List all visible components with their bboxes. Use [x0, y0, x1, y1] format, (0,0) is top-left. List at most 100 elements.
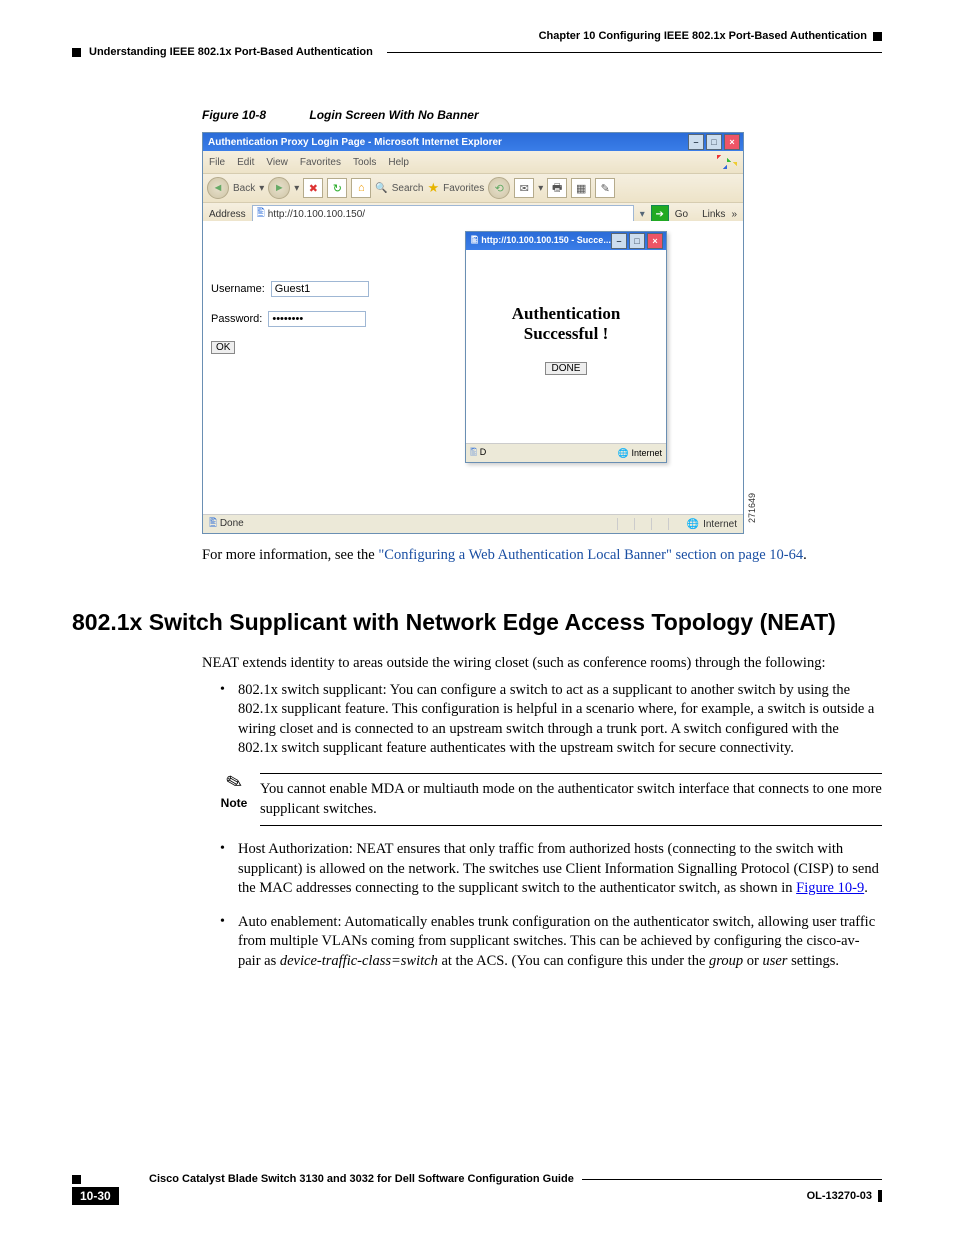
- edit-icon[interactable]: ▦: [571, 178, 591, 198]
- menu-tools[interactable]: Tools: [353, 157, 376, 168]
- status-right: Internet: [703, 519, 737, 530]
- maximize-icon[interactable]: □: [706, 134, 722, 150]
- refresh-icon[interactable]: ↻: [327, 178, 347, 198]
- status-bar: 🖺 Done 🌐 Internet: [203, 514, 743, 533]
- page-number: 10-30: [72, 1187, 119, 1205]
- popup-statusbar: 🖺 D 🌐 Internet: [466, 443, 666, 462]
- popup-title: http://10.100.100.150 - Succe...: [481, 235, 611, 245]
- text: at the ACS. (You can configure this unde…: [438, 953, 709, 969]
- password-input[interactable]: [268, 311, 366, 327]
- text: or: [743, 953, 762, 969]
- page-icon: 🖺: [209, 518, 217, 529]
- back-icon[interactable]: ◄: [207, 177, 229, 199]
- username-input[interactable]: [271, 281, 369, 297]
- bullet-list: Host Authorization: NEAT ensures that on…: [220, 840, 882, 971]
- note-label: Note: [220, 796, 248, 810]
- popup-status-right: Internet: [631, 448, 662, 458]
- figure-number: Figure 10-8: [202, 108, 266, 122]
- header-marker: [873, 32, 882, 41]
- doc-id: OL-13270-03: [807, 1190, 872, 1202]
- minimize-icon[interactable]: –: [688, 134, 704, 150]
- address-label: Address: [209, 209, 246, 220]
- dropdown-icon[interactable]: ▾: [640, 209, 645, 220]
- page-icon: 🖺: [470, 447, 477, 457]
- popup-heading-1: Authentication: [466, 304, 666, 324]
- text-italic: device-traffic-class=switch: [280, 953, 438, 969]
- menu-view[interactable]: View: [266, 157, 288, 168]
- popup-heading-2: Successful !: [466, 324, 666, 344]
- link-local-banner[interactable]: "Configuring a Web Authentication Local …: [378, 547, 803, 563]
- favorites-icon[interactable]: ★: [427, 180, 439, 196]
- link-figure-10-9[interactable]: Figure 10-9: [796, 880, 864, 896]
- mail-icon[interactable]: ✉: [514, 178, 534, 198]
- note-body: You cannot enable MDA or multiauth mode …: [260, 773, 882, 826]
- chevron-icon[interactable]: »: [731, 209, 737, 220]
- password-label: Password:: [211, 313, 262, 325]
- search-icon[interactable]: 🔍: [375, 183, 387, 194]
- text: .: [864, 880, 868, 896]
- text: NEAT extends identity to areas outside t…: [202, 654, 872, 673]
- figure-caption: Figure 10-8 Login Screen With No Banner: [202, 108, 882, 122]
- ok-button[interactable]: OK: [211, 341, 235, 354]
- maximize-icon[interactable]: □: [629, 233, 645, 249]
- page-header: Chapter 10 Configuring IEEE 802.1x Port-…: [72, 30, 882, 42]
- links-label[interactable]: Links: [702, 209, 725, 220]
- print-icon[interactable]: 🖶: [547, 178, 567, 198]
- footer-book-title: Cisco Catalyst Blade Switch 3130 and 303…: [149, 1173, 574, 1185]
- search-label[interactable]: Search: [392, 183, 424, 194]
- section-title: Understanding IEEE 802.1x Port-Based Aut…: [89, 46, 373, 58]
- menu-edit[interactable]: Edit: [237, 157, 254, 168]
- status-left: Done: [220, 518, 244, 529]
- footer-marker: [72, 1175, 81, 1184]
- forward-icon[interactable]: ►: [268, 177, 290, 199]
- screenshot-container: Authentication Proxy Login Page - Micros…: [202, 132, 744, 534]
- text-italic: user: [762, 953, 787, 969]
- home-icon[interactable]: ⌂: [351, 178, 371, 198]
- menu-help[interactable]: Help: [388, 157, 409, 168]
- go-label[interactable]: Go: [675, 209, 688, 220]
- list-item: 802.1x switch supplicant: You can config…: [220, 681, 882, 759]
- discuss-icon[interactable]: ✎: [595, 178, 615, 198]
- login-form: Username: Password: OK: [211, 281, 369, 354]
- text-italic: group: [709, 953, 743, 969]
- text: Host Authorization: NEAT ensures that on…: [238, 841, 879, 896]
- back-label[interactable]: Back: [233, 183, 255, 194]
- text: .: [803, 547, 807, 563]
- done-button[interactable]: DONE: [545, 362, 588, 375]
- list-item: Auto enablement: Automatically enables t…: [220, 913, 882, 972]
- section-marker: [72, 48, 81, 57]
- menu-favorites[interactable]: Favorites: [300, 157, 341, 168]
- bullet-list: 802.1x switch supplicant: You can config…: [220, 681, 882, 759]
- globe-icon: 🌐: [618, 448, 629, 458]
- menu-bar: File Edit View Favorites Tools Help: [203, 151, 743, 173]
- figure-title: Login Screen With No Banner: [309, 108, 478, 122]
- note-block: ✎ Note You cannot enable MDA or multiaut…: [220, 773, 882, 826]
- section-header: Understanding IEEE 802.1x Port-Based Aut…: [72, 46, 882, 58]
- page-footer: Cisco Catalyst Blade Switch 3130 and 303…: [72, 1173, 882, 1205]
- figure-id: 271649: [747, 493, 757, 523]
- list-item: Host Authorization: NEAT ensures that on…: [220, 840, 882, 899]
- windows-logo-icon: [717, 155, 737, 169]
- text: For more information, see the: [202, 547, 378, 563]
- section-heading: 802.1x Switch Supplicant with Network Ed…: [72, 609, 882, 636]
- chapter-label: Chapter 10 Configuring IEEE 802.1x Port-…: [539, 30, 867, 42]
- favorites-label[interactable]: Favorites: [443, 183, 484, 194]
- popup-window: 🖺http://10.100.100.150 - Succe... – □ × …: [465, 231, 667, 463]
- page-icon: 🖺: [471, 235, 478, 245]
- globe-icon: 🌐: [687, 519, 699, 530]
- address-value: http://10.100.100.150/: [268, 209, 365, 220]
- window-title: Authentication Proxy Login Page - Micros…: [208, 137, 502, 148]
- text: settings.: [787, 953, 839, 969]
- close-icon[interactable]: ×: [647, 233, 663, 249]
- browser-viewport: Username: Password: OK 🖺http://10.100.10…: [203, 221, 743, 515]
- history-icon[interactable]: ⟲: [488, 177, 510, 199]
- minimize-icon[interactable]: –: [611, 233, 627, 249]
- footer-marker: [878, 1190, 882, 1202]
- intro-paragraph: NEAT extends identity to areas outside t…: [202, 654, 872, 673]
- window-titlebar: Authentication Proxy Login Page - Micros…: [203, 133, 743, 151]
- close-icon[interactable]: ×: [724, 134, 740, 150]
- menu-file[interactable]: File: [209, 157, 225, 168]
- toolbar: ◄ Back ▾ ► ▾ ✖ ↻ ⌂ 🔍 Search ★ Favorites …: [203, 173, 743, 202]
- stop-icon[interactable]: ✖: [303, 178, 323, 198]
- note-icon: ✎: [223, 771, 244, 795]
